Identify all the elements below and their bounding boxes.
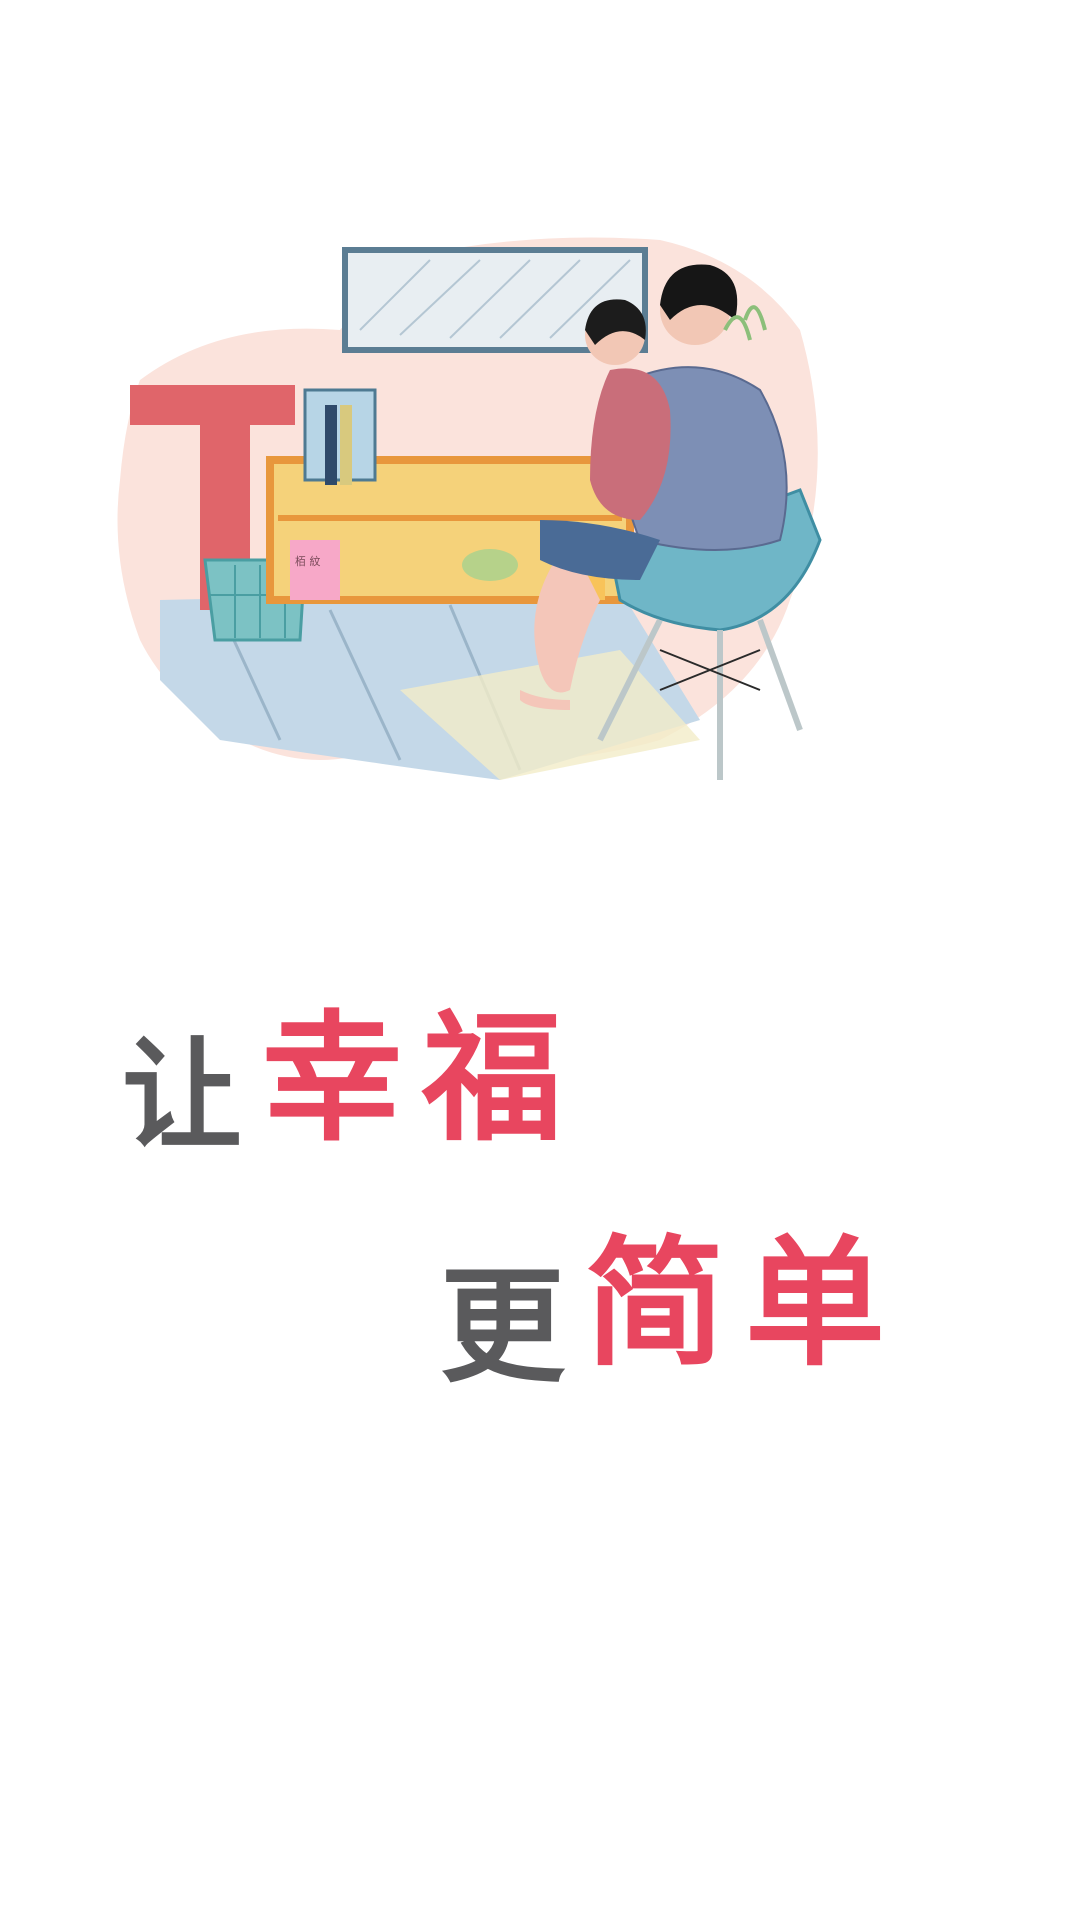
side-table-top: [130, 385, 295, 425]
book-label-left: 栢 紋: [295, 554, 321, 568]
slogan-word-jiandan: 简单: [585, 1223, 906, 1386]
book: [340, 405, 352, 485]
slogan-line-2: 更简单: [440, 1235, 905, 1391]
pink-book: [290, 540, 340, 600]
chair-leg: [757, 618, 803, 732]
book: [325, 405, 337, 485]
slogan-word-geng: 更: [440, 1255, 585, 1400]
splash-screen: 栢 紋 火 燼 让幸福 更: [0, 0, 1080, 1920]
pot: [462, 549, 518, 581]
slogan-line-1: 让幸福: [122, 1010, 582, 1157]
slogan-word-rang: 让: [122, 1027, 262, 1166]
couple-illustration: 栢 紋 火 燼: [117, 237, 822, 780]
cabinet-shelf: [278, 515, 622, 521]
slogan-word-xingfu: 幸福: [262, 998, 583, 1161]
